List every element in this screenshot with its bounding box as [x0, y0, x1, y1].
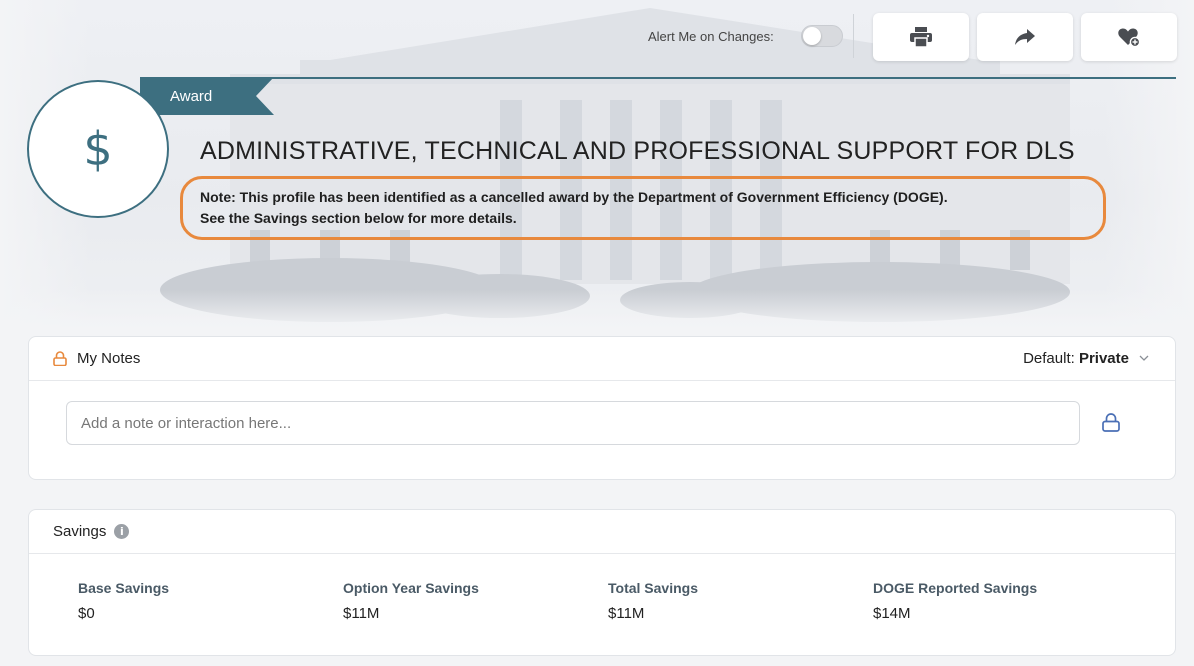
hero-fade-bottom [0, 290, 1194, 330]
default-value: Private [1078, 350, 1129, 367]
metric-value: $11M [608, 605, 645, 622]
alert-label: Alert Me on Changes: [648, 29, 774, 44]
lock-icon [53, 351, 67, 366]
share-icon [1015, 29, 1035, 45]
savings-header: Savings i [29, 510, 1175, 554]
notes-header-label: My Notes [77, 350, 141, 367]
dollar-icon: $ [27, 80, 169, 218]
chevron-down-icon[interactable] [1139, 355, 1149, 361]
metric-option-year-savings: Option Year Savings $11M [343, 580, 479, 622]
metric-label: DOGE Reported Savings [873, 580, 1038, 596]
savings-header-label: Savings [53, 523, 107, 540]
metric-value: $14M [873, 605, 911, 622]
toggle-knob [803, 27, 821, 45]
note-privacy-lock-icon[interactable] [1102, 413, 1120, 432]
metric-value: $11M [343, 605, 380, 622]
metric-doge-reported-savings: DOGE Reported Savings $14M [873, 580, 1037, 622]
award-tag-label: Award [170, 88, 213, 105]
page-title: ADMINISTRATIVE, TECHNICAL AND PROFESSION… [200, 137, 1075, 165]
favorite-button[interactable] [1081, 13, 1177, 61]
metric-label: Total Savings [608, 580, 698, 596]
print-icon [910, 27, 932, 47]
savings-card: Savings i Base Savings $0 Option Year Sa… [28, 509, 1176, 656]
metric-total-savings: Total Savings $11M [608, 580, 698, 622]
award-tag: Award [140, 77, 274, 115]
dollar-glyph: $ [83, 122, 113, 176]
alert-toggle[interactable] [801, 25, 843, 47]
toolbar-divider [853, 14, 854, 58]
note-input[interactable] [66, 401, 1080, 445]
default-label: Default: [1023, 350, 1075, 367]
default-visibility-select[interactable]: Default: Private [1023, 350, 1129, 367]
my-notes-card: My Notes Default: Private [28, 336, 1176, 480]
heart-add-icon [1118, 28, 1140, 47]
metric-label: Base Savings [78, 580, 170, 596]
header-rule [140, 77, 1176, 79]
cancellation-note: Note: This profile has been identified a… [200, 187, 1100, 229]
note-line-2: See the Savings section below for more d… [200, 210, 517, 226]
note-line-1: Note: This profile has been identified a… [200, 189, 948, 205]
share-button[interactable] [977, 13, 1073, 61]
info-icon[interactable]: i [114, 524, 130, 539]
print-button[interactable] [873, 13, 969, 61]
metric-base-savings: Base Savings $0 [78, 580, 169, 622]
metric-value: $0 [78, 605, 95, 622]
notes-header: My Notes Default: Private [29, 337, 1175, 381]
metric-label: Option Year Savings [343, 580, 479, 596]
